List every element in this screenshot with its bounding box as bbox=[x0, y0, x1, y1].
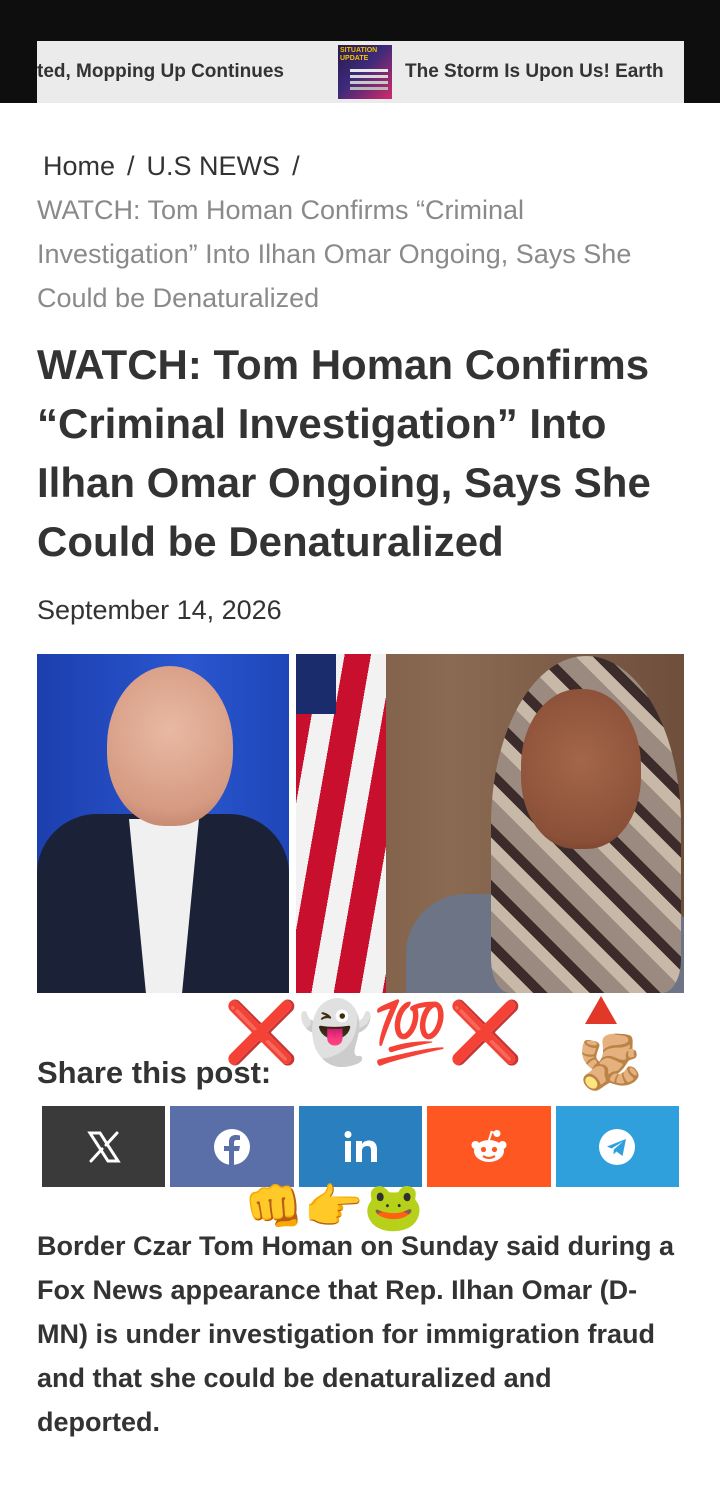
emoji-sticker-top: ❌👻💯❌ bbox=[224, 999, 523, 1066]
breadcrumb: Home / U.S NEWS / WATCH: Tom Homan Confirms… bbox=[37, 144, 677, 320]
red-triangle-icon bbox=[585, 996, 617, 1024]
breadcrumb-separator: / bbox=[292, 151, 300, 181]
telegram-icon bbox=[599, 1128, 636, 1165]
article-date: September 14, 2026 bbox=[37, 595, 282, 625]
ginger-root-sticker: 🫚 bbox=[578, 1034, 643, 1092]
x-logo-icon bbox=[86, 1131, 121, 1162]
share-linkedin-button[interactable] bbox=[298, 1106, 423, 1187]
news-ticker[interactable]: ted, Mopping Up Continues SITUATION UPDA… bbox=[37, 41, 684, 103]
share-x-button[interactable] bbox=[42, 1106, 166, 1187]
hero-flag-canton bbox=[296, 654, 336, 714]
share-telegram-button[interactable] bbox=[555, 1106, 680, 1187]
share-reddit-button[interactable] bbox=[427, 1106, 551, 1187]
ticker-item-1[interactable]: ted, Mopping Up Continues bbox=[37, 61, 284, 83]
ticker-item-2[interactable]: The Storm Is Upon Us! Earth bbox=[405, 61, 664, 83]
share-buttons bbox=[42, 1106, 680, 1187]
ticker-thumbnail[interactable]: SITUATION UPDATE bbox=[338, 45, 392, 99]
breadcrumb-separator: / bbox=[127, 151, 135, 181]
article-hero-image bbox=[37, 654, 684, 993]
article-title: WATCH: Tom Homan Confirms “Criminal Inve… bbox=[37, 341, 651, 565]
emoji-sticker-bottom: 👊👉🐸 bbox=[244, 1181, 424, 1234]
ticker-thumbnail-lines bbox=[350, 69, 388, 72]
breadcrumb-current: WATCH: Tom Homan Confirms “Criminal Inve… bbox=[37, 195, 632, 313]
breadcrumb-home-link[interactable]: Home bbox=[43, 151, 115, 181]
linkedin-icon bbox=[344, 1130, 377, 1162]
reddit-icon bbox=[471, 1129, 507, 1162]
ticker-thumbnail-text: SITUATION UPDATE bbox=[340, 47, 378, 62]
hero-left-panel bbox=[37, 654, 289, 993]
share-facebook-button[interactable] bbox=[170, 1106, 294, 1187]
hero-left-head bbox=[107, 666, 233, 826]
article-body: Border Czar Tom Homan on Sunday said dur… bbox=[37, 1231, 675, 1437]
breadcrumb-section-link[interactable]: U.S NEWS bbox=[147, 151, 281, 181]
hero-right-panel bbox=[296, 654, 684, 993]
facebook-icon bbox=[214, 1128, 251, 1165]
hero-right-face bbox=[521, 689, 641, 849]
top-bar: ted, Mopping Up Continues SITUATION UPDA… bbox=[0, 0, 720, 103]
